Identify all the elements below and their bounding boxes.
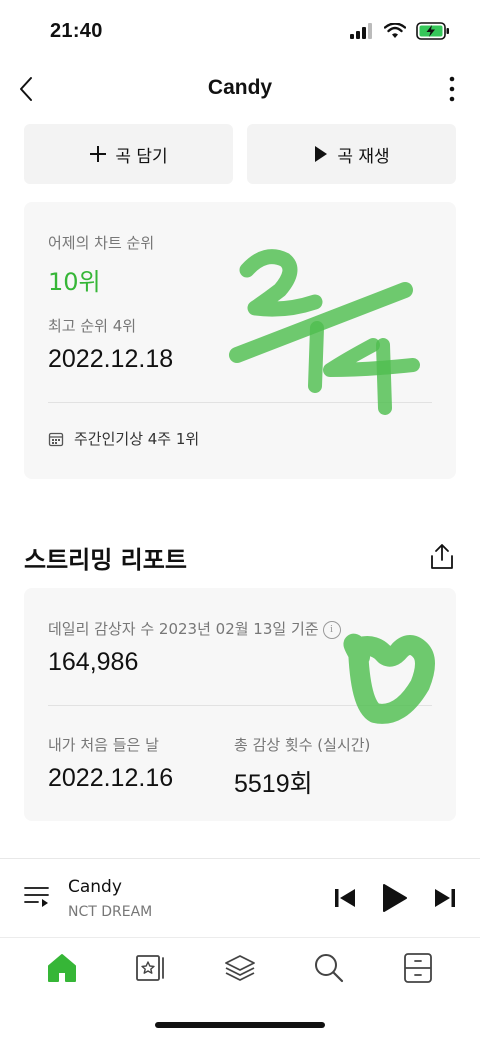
yesterday-rank-value: 10위: [48, 268, 101, 296]
action-row: 곡 담기 곡 재생: [24, 124, 456, 184]
home-icon: [48, 953, 77, 982]
previous-button[interactable]: [334, 886, 356, 914]
home-indicator: [155, 1022, 325, 1028]
now-playing-title: Candy: [68, 877, 122, 897]
yesterday-rank-label: 어제의 차트 순위: [48, 234, 155, 252]
tab-library[interactable]: [220, 948, 260, 988]
play-song-label: 곡 재생: [337, 146, 390, 167]
report-divider: [48, 705, 432, 706]
mini-player[interactable]: Candy NCT DREAM: [0, 858, 480, 936]
daily-listeners-label: 데일리 감상자 수 2023년 02월 13일 기준: [48, 620, 319, 638]
more-vertical-icon: [449, 76, 455, 102]
search-icon: [314, 953, 343, 982]
share-button[interactable]: [428, 542, 456, 572]
status-bar: 21:40: [0, 0, 480, 60]
skip-previous-icon: [335, 889, 355, 907]
chart-rank-card: 어제의 차트 순위 10위 최고 순위 4위 2022.12.18 주간인기상 …: [24, 202, 456, 479]
play-icon: [383, 884, 407, 912]
total-plays-label: 총 감상 횟수 (실시간): [234, 736, 371, 754]
calendar-icon: [48, 432, 64, 446]
now-playing-artist: NCT DREAM: [68, 904, 153, 920]
music-book-star-icon: [136, 954, 165, 981]
daily-listeners-row: 데일리 감상자 수 2023년 02월 13일 기준 i: [48, 618, 341, 639]
tab-home[interactable]: [42, 948, 82, 988]
add-song-label: 곡 담기: [115, 146, 168, 167]
streaming-report-card: 데일리 감상자 수 2023년 02월 13일 기준 i 164,986 내가 처…: [24, 588, 456, 821]
share-icon: [431, 544, 453, 569]
plus-icon: [90, 146, 107, 162]
more-options-button[interactable]: [442, 74, 462, 104]
streaming-report-header: 스트리밍 리포트: [24, 540, 456, 580]
weekly-award-label: 주간인기상 4주 1위: [74, 430, 200, 448]
total-plays-value: 5519회: [234, 770, 313, 798]
tab-bar: [0, 937, 480, 997]
streaming-report-title: 스트리밍 리포트: [24, 546, 187, 574]
first-listen-value: 2022.12.16: [48, 764, 174, 792]
daily-listeners-value: 164,986: [48, 648, 139, 676]
next-button[interactable]: [434, 886, 456, 914]
status-time: 21:40: [50, 20, 103, 42]
skip-next-icon: [435, 889, 455, 907]
weekly-award-row: 주간인기상 4주 1위: [48, 428, 199, 449]
cellular-signal-icon: [350, 23, 372, 39]
wifi-icon: [384, 23, 406, 38]
battery-charging-icon: [416, 22, 449, 40]
page-title: Candy: [207, 76, 273, 99]
play-button[interactable]: [382, 883, 408, 917]
playlist-queue-button[interactable]: [24, 885, 50, 913]
status-icons: [350, 22, 450, 40]
play-song-button[interactable]: 곡 재생: [247, 124, 456, 184]
layers-icon: [225, 954, 255, 981]
card-divider: [48, 402, 432, 403]
add-song-button[interactable]: 곡 담기: [24, 124, 233, 184]
nav-bar: Candy: [0, 64, 480, 114]
tab-drawer[interactable]: [398, 948, 438, 988]
playback-controls: [334, 883, 456, 917]
playlist-queue-icon: [24, 887, 49, 907]
best-rank-date: 2022.12.18: [48, 345, 174, 373]
play-icon: [315, 146, 328, 162]
tab-my-music[interactable]: [131, 948, 171, 988]
info-icon[interactable]: i: [322, 620, 341, 639]
drawer-icon: [403, 952, 432, 983]
tab-search[interactable]: [309, 948, 349, 988]
best-rank-label: 최고 순위 4위: [48, 317, 137, 335]
first-listen-label: 내가 처음 들은 날: [48, 736, 159, 754]
